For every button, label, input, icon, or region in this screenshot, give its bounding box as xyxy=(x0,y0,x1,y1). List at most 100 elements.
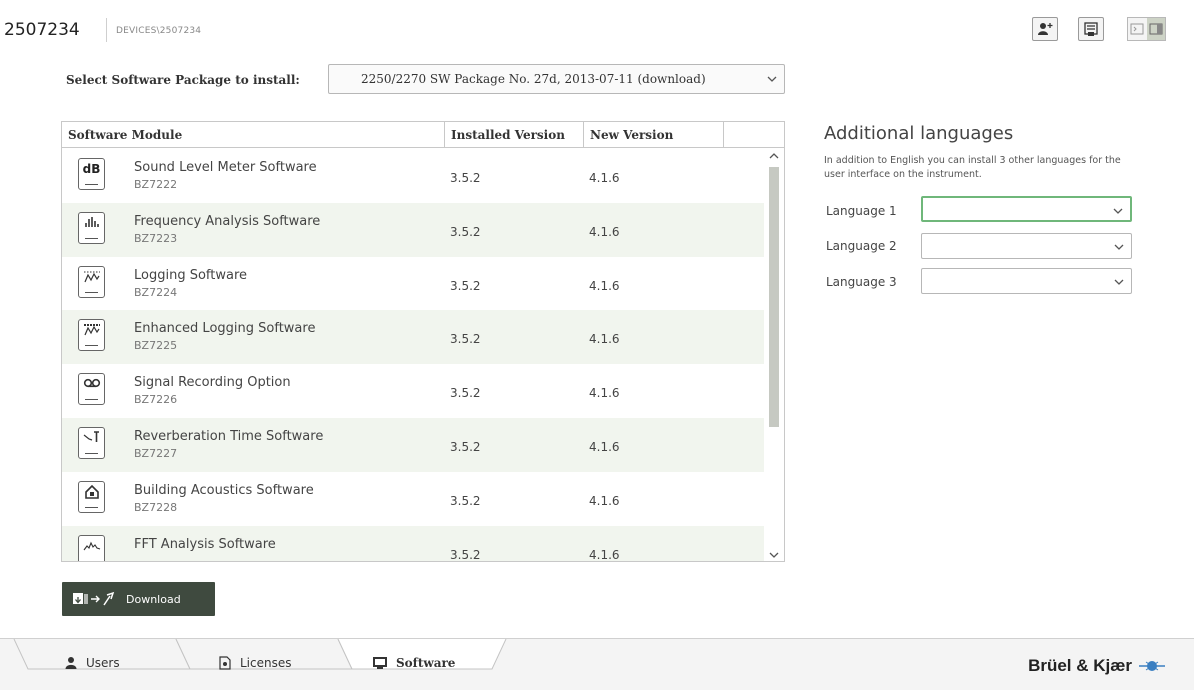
module-name: Building Acoustics Software xyxy=(134,482,314,498)
software-icon xyxy=(373,657,387,669)
installed-version: 3.5.2 xyxy=(450,332,481,347)
module-code: BZ7226 xyxy=(134,393,178,407)
scrollbar-thumb[interactable] xyxy=(769,167,779,427)
print-icon xyxy=(1084,21,1098,36)
new-version: 4.1.6 xyxy=(589,278,620,293)
building-acoustics-icon xyxy=(78,480,105,513)
brand-emblem-icon xyxy=(1139,661,1165,671)
table-row[interactable]: dB Sound Level Meter Software BZ7222 3.5… xyxy=(62,149,764,203)
table-row[interactable]: FFT Analysis Software 3.5.2 4.1.6 xyxy=(62,525,764,562)
package-select[interactable]: 2250/2270 SW Package No. 27d, 2013-07-11… xyxy=(328,64,785,94)
fft-analysis-icon xyxy=(78,534,105,561)
module-name: Sound Level Meter Software xyxy=(134,160,317,175)
new-version: 4.1.6 xyxy=(589,171,620,185)
table-row[interactable]: Building Acoustics Software BZ7228 3.5.2… xyxy=(62,472,764,526)
panel-view-button[interactable] xyxy=(1146,18,1165,40)
new-version: 4.1.6 xyxy=(589,332,620,347)
language-1-label: Language 1 xyxy=(826,204,897,218)
scroll-up-icon[interactable] xyxy=(768,151,780,161)
chevron-down-icon xyxy=(1114,244,1124,250)
db-icon: dB xyxy=(78,158,105,190)
new-version: 4.1.6 xyxy=(589,224,620,239)
add-user-icon xyxy=(1038,23,1053,35)
module-code: BZ7225 xyxy=(134,339,178,353)
installed-version: 3.5.2 xyxy=(450,386,481,401)
new-version: 4.1.6 xyxy=(589,386,620,401)
language-2-label: Language 2 xyxy=(826,239,897,253)
module-name: FFT Analysis Software xyxy=(134,536,276,552)
table-body: dB Sound Level Meter Software BZ7222 3.5… xyxy=(62,149,764,562)
installed-version: 3.5.2 xyxy=(450,278,481,293)
package-label: Select Software Package to install: xyxy=(66,73,300,87)
package-select-value: 2250/2270 SW Package No. 27d, 2013-07-11… xyxy=(361,72,706,86)
module-name: Frequency Analysis Software xyxy=(134,213,321,229)
table-scrollbar[interactable] xyxy=(764,149,784,561)
column-header-module[interactable]: Software Module xyxy=(62,122,445,147)
new-version: 4.1.6 xyxy=(589,547,620,562)
download-to-instrument-icon xyxy=(73,591,115,606)
header-divider xyxy=(106,18,107,42)
print-button[interactable] xyxy=(1078,17,1104,41)
add-user-button[interactable] xyxy=(1032,17,1058,41)
installed-version: 3.5.2 xyxy=(450,171,481,185)
chevron-down-icon xyxy=(1113,208,1123,214)
module-code: BZ7222 xyxy=(134,178,178,191)
breadcrumb: DEVICES\2507234 xyxy=(116,26,202,36)
bottom-tab-bar: Users Licenses Software xyxy=(0,638,1194,690)
additional-languages-description: In addition to English you can install 3… xyxy=(824,155,1121,180)
module-name: Logging Software xyxy=(134,267,248,283)
frequency-analysis-icon xyxy=(78,211,105,244)
reverberation-time-icon xyxy=(78,426,105,459)
scroll-down-icon[interactable] xyxy=(768,550,780,560)
table-row[interactable]: Signal Recording Option BZ7226 3.5.2 4.1… xyxy=(62,364,764,418)
module-code: BZ7228 xyxy=(134,500,178,514)
language-1-select[interactable] xyxy=(921,196,1132,222)
language-3-select[interactable] xyxy=(921,268,1132,294)
table-row[interactable]: Reverberation Time Software BZ7227 3.5.2… xyxy=(62,417,764,472)
module-code: BZ7224 xyxy=(134,285,178,299)
table-row[interactable]: Frequency Analysis Software BZ7223 3.5.2… xyxy=(62,202,764,257)
language-2-select[interactable] xyxy=(921,233,1132,259)
language-3-label: Language 3 xyxy=(826,275,897,289)
brand-logo: Brüel & Kjær xyxy=(1028,656,1166,676)
installed-version: 3.5.2 xyxy=(450,439,481,454)
signal-recording-icon xyxy=(78,373,105,406)
view-toggle[interactable] xyxy=(1127,17,1166,41)
module-code: BZ7227 xyxy=(134,446,178,460)
software-module-table: Software Module Installed Version New Ve… xyxy=(61,121,785,562)
compact-view-icon xyxy=(1130,23,1144,35)
module-name: Reverberation Time Software xyxy=(134,428,324,444)
download-button[interactable]: Download xyxy=(62,582,215,616)
tab-software-label: Software xyxy=(396,656,456,670)
column-header-extra xyxy=(724,122,784,147)
tab-users[interactable]: Users xyxy=(64,645,120,681)
column-header-installed[interactable]: Installed Version xyxy=(445,122,584,147)
panel-view-icon xyxy=(1149,23,1163,35)
license-icon xyxy=(219,656,231,670)
additional-languages-title: Additional languages xyxy=(824,123,1014,144)
tab-software[interactable]: Software xyxy=(372,645,455,681)
installed-version: 3.5.2 xyxy=(450,224,481,239)
device-title: 2507234 xyxy=(4,20,80,40)
table-header: Software Module Installed Version New Ve… xyxy=(62,122,784,148)
installed-version: 3.5.2 xyxy=(450,493,481,508)
tab-users-label: Users xyxy=(86,656,120,670)
module-name: Enhanced Logging Software xyxy=(134,321,316,337)
tab-licenses[interactable]: Licenses xyxy=(218,645,292,681)
user-icon xyxy=(65,657,77,669)
brand-name: Brüel & Kjær xyxy=(1028,656,1132,675)
column-header-new[interactable]: New Version xyxy=(584,122,724,147)
chevron-down-icon xyxy=(767,76,777,82)
compact-view-button[interactable] xyxy=(1128,18,1147,40)
tab-licenses-label: Licenses xyxy=(240,656,292,670)
installed-version: 3.5.2 xyxy=(450,547,481,562)
download-label: Download xyxy=(126,592,181,606)
new-version: 4.1.6 xyxy=(589,439,620,454)
enhanced-logging-icon xyxy=(78,319,105,352)
module-code: BZ7223 xyxy=(134,231,178,245)
module-name: Signal Recording Option xyxy=(134,375,291,391)
table-row[interactable]: Enhanced Logging Software BZ7225 3.5.2 4… xyxy=(62,310,764,365)
logging-icon xyxy=(78,265,105,298)
table-row[interactable]: Logging Software BZ7224 3.5.2 4.1.6 xyxy=(62,257,764,311)
chevron-down-icon xyxy=(1114,279,1124,285)
